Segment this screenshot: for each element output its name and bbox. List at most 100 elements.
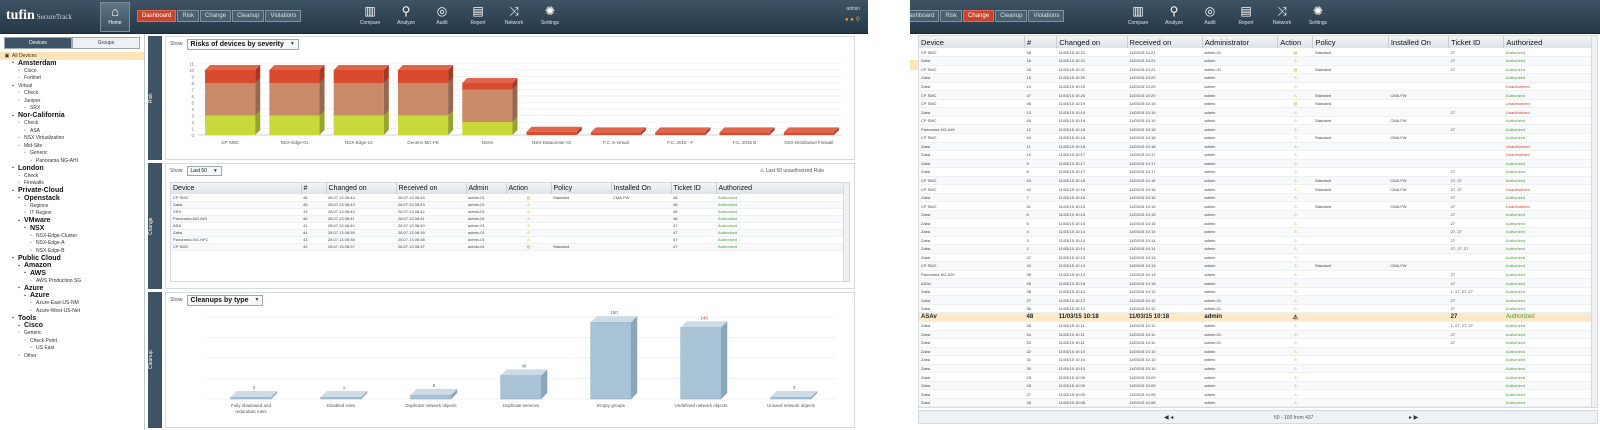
table-row[interactable]: Zaba 34 11/03/15 10:11 11/03/15 10:11 admin-… bbox=[919, 330, 1597, 340]
analyze-button[interactable]: ⚲ Analyze bbox=[388, 2, 424, 32]
bar-segment[interactable] bbox=[783, 132, 834, 135]
strip-risk[interactable]: Risk bbox=[148, 36, 162, 160]
bar-segment[interactable] bbox=[462, 89, 513, 123]
bar-segment[interactable] bbox=[205, 70, 256, 83]
network-button[interactable]: ⤨ Network bbox=[1264, 2, 1300, 32]
table-row[interactable]: Zaba 47 11/03/15 10:13 11/03/15 10:13 admin ⚠… bbox=[919, 253, 1597, 263]
table-row[interactable]: Zaba 16 11/03/15 10:21 11/03/15 10:21 admin ⚠… bbox=[919, 56, 1597, 66]
tab-risk[interactable]: Risk bbox=[177, 10, 200, 22]
tree-item[interactable]: ▫ Check bbox=[0, 172, 144, 180]
tree-item[interactable]: ▫ NSX Virtualization bbox=[0, 135, 144, 143]
table-row[interactable]: Zaba 37 11/03/15 10:12 11/03/15 10:12 admin-… bbox=[919, 295, 1597, 305]
change-table-scrollbar[interactable] bbox=[843, 183, 849, 281]
bar[interactable] bbox=[680, 327, 722, 400]
table-row[interactable]: CP SMC 47 11/03/15 10:20 11/03/15 10:20 admi… bbox=[919, 90, 1597, 100]
tree-item[interactable]: ▪ Openstack bbox=[0, 195, 144, 203]
table-row[interactable]: CP SMC 45 11/03/15 10:19 11/03/15 10:19 admi… bbox=[919, 116, 1597, 126]
audit-button[interactable]: ◎ Audit bbox=[424, 2, 460, 32]
table-row[interactable]: SRX 13 28.07.13 08:42 28.07.13 08:42 admin-0… bbox=[171, 208, 849, 216]
column-header-authorized[interactable]: Authorized bbox=[716, 183, 849, 194]
table-row[interactable]: Zaba 15 11/03/15 10:20 11/03/15 10:20 admin ⚠… bbox=[919, 73, 1597, 83]
tree-item[interactable]: ▫ Panorama NG-AHI bbox=[0, 157, 144, 165]
settings-button[interactable]: ✺ Settings bbox=[532, 2, 568, 32]
tab-violations[interactable]: Violations bbox=[265, 10, 302, 22]
table-row[interactable]: Zaba 36 11/03/15 10:12 11/03/15 10:12 admin-… bbox=[919, 304, 1597, 314]
tab-cleanup[interactable]: Cleanup bbox=[995, 10, 1028, 22]
table-row[interactable]: Zaba 35 11/03/15 10:11 11/03/15 10:11 admin ⚠… bbox=[919, 321, 1597, 331]
bar-segment[interactable] bbox=[462, 83, 513, 90]
table-row[interactable]: CP SMC 40 11/03/15 10:13 11/03/15 10:13 admi… bbox=[919, 261, 1597, 271]
table-row[interactable]: Zaba 3 11/03/15 10:14 11/03/15 10:14 admin ⚠ 2… bbox=[919, 236, 1597, 246]
table-row[interactable]: Zaba 32 11/03/15 10:10 11/03/15 10:10 admin ⚠… bbox=[919, 347, 1597, 357]
settings-button[interactable]: ✺ Settings bbox=[1300, 2, 1336, 32]
table-row[interactable]: Zaba 8 11/03/15 10:17 11/03/15 10:17 admin ⚠ 2… bbox=[919, 167, 1597, 177]
tree-item[interactable]: ▫ Other bbox=[0, 352, 144, 360]
tree-item[interactable]: ▫ IT Region bbox=[0, 210, 144, 218]
tree-item[interactable]: ▪ Nor-California bbox=[0, 112, 144, 120]
table-row[interactable]: CP SMC 46 11/03/15 10:19 11/03/15 10:19 admi… bbox=[919, 99, 1597, 109]
column-header-installed-on[interactable]: Installed On bbox=[1388, 36, 1450, 48]
tab-dashboard[interactable]: Dashboard bbox=[910, 10, 940, 22]
bar-segment[interactable] bbox=[333, 83, 384, 116]
cleanup-view-select[interactable]: Cleanups by type ▼ bbox=[186, 294, 264, 306]
table-row[interactable]: CP SMC 43 11/03/15 10:16 11/03/15 10:16 admi… bbox=[919, 176, 1597, 186]
bar-segment[interactable] bbox=[655, 132, 706, 135]
sidebar-tab-devices[interactable]: Devices bbox=[4, 37, 72, 49]
bar[interactable] bbox=[500, 375, 542, 400]
bar[interactable] bbox=[230, 396, 272, 400]
strip-change[interactable]: Change bbox=[148, 163, 162, 289]
table-row[interactable]: Zaba 13 11/03/15 10:19 11/03/15 10:19 admin ⚠… bbox=[919, 107, 1597, 117]
table-row[interactable]: CP SMC 44 11/03/15 10:18 11/03/15 10:18 admi… bbox=[919, 133, 1597, 143]
tree-item[interactable]: ▫ US East bbox=[0, 345, 144, 353]
table-row[interactable]: Zaba 10 11/03/15 10:17 11/03/15 10:17 admin ⚠… bbox=[919, 150, 1597, 160]
column-header-action[interactable]: Action bbox=[506, 183, 552, 194]
tree-item[interactable]: ▫ Azure-West-US-Net bbox=[0, 307, 144, 315]
tree-item[interactable]: ▪ London bbox=[0, 165, 144, 173]
table-row[interactable]: ASA 41 28.07.13 08:40 28.07.13 08:40 admin-0… bbox=[171, 222, 849, 230]
bar-segment[interactable] bbox=[462, 122, 513, 135]
tree-item[interactable]: ▪ Azure bbox=[0, 292, 144, 300]
tree-item[interactable]: ▪ Azure bbox=[0, 285, 144, 293]
pager-next-button[interactable]: ▸ ▶ bbox=[1409, 414, 1418, 421]
table-row[interactable]: CP SMC 48 28.07.13 08:44 28.07.13 08:44 admi… bbox=[171, 194, 849, 202]
tree-item[interactable]: ▫ Generic bbox=[0, 330, 144, 338]
table-row[interactable]: Zaba 33 11/03/15 10:11 11/03/15 10:11 admin-… bbox=[919, 338, 1597, 348]
tree-item[interactable]: ▪ Virtual bbox=[0, 82, 144, 90]
tab-violations[interactable]: Violations bbox=[1028, 10, 1065, 22]
bar[interactable] bbox=[320, 396, 362, 400]
table-row[interactable]: Zaba 11 11/03/15 10:18 11/03/15 10:18 admin ⚠… bbox=[919, 142, 1597, 152]
audit-button[interactable]: ◎ Audit bbox=[1192, 2, 1228, 32]
table-row[interactable]: Zaba 5 11/03/15 10:15 11/03/15 10:15 admin ⚠ 2… bbox=[919, 218, 1597, 228]
bar-segment[interactable] bbox=[397, 70, 449, 83]
tree-item[interactable]: ▪ Amazon bbox=[0, 262, 144, 270]
table-row[interactable]: Zaba 30 11/03/15 10:10 11/03/15 10:10 admin ⚠… bbox=[919, 364, 1597, 374]
column-header-number[interactable]: # bbox=[1024, 36, 1058, 48]
table-row[interactable]: Zaba 14 11/03/15 10:20 11/03/15 10:20 admin ⚠… bbox=[919, 82, 1597, 92]
column-header-policy[interactable]: Policy bbox=[551, 183, 612, 194]
bar-segment[interactable] bbox=[397, 83, 449, 116]
bar-segment[interactable] bbox=[333, 115, 384, 136]
column-header-policy[interactable]: Policy bbox=[1312, 36, 1389, 48]
tree-item[interactable]: ▪ Tools bbox=[0, 315, 144, 323]
network-button[interactable]: ⤨ Network bbox=[496, 2, 532, 32]
bar-segment[interactable] bbox=[719, 132, 770, 135]
unauthorized-link[interactable]: ⚠ Last 50 unauthorized Rule bbox=[760, 168, 824, 174]
tree-item[interactable]: ▪ AWS bbox=[0, 270, 144, 278]
tree-item[interactable]: ▪ VMware bbox=[0, 217, 144, 225]
column-header-device[interactable]: Device bbox=[919, 36, 1026, 48]
column-header-admin[interactable]: Admin bbox=[466, 183, 507, 194]
pager-prev-button[interactable]: ◀ ◂ bbox=[1164, 414, 1173, 421]
table-row[interactable]: ASAv 48 11/03/15 10:18 11/03/15 10:18 admin ⚠… bbox=[919, 312, 1597, 322]
sidebar-tab-groups[interactable]: Groups bbox=[72, 37, 140, 49]
column-header-administrator[interactable]: Administrator bbox=[1202, 36, 1279, 48]
tab-cleanup[interactable]: Cleanup bbox=[232, 10, 265, 22]
column-header-action[interactable]: Action bbox=[1277, 36, 1314, 48]
column-header-changed-on[interactable]: Changed on bbox=[1056, 36, 1128, 48]
compare-button[interactable]: ▥ Compare bbox=[352, 2, 388, 32]
column-header-ticket-id[interactable]: Ticket ID bbox=[671, 183, 717, 194]
table-row[interactable]: Zaba 28 11/03/15 10:09 11/03/15 10:09 admin ⚠… bbox=[919, 381, 1597, 391]
table-row[interactable]: CP SMC 42 11/03/15 10:16 11/03/15 10:16 admi… bbox=[919, 184, 1597, 194]
tree-item[interactable]: ▪ Amsterdam bbox=[0, 60, 144, 68]
table-row[interactable]: Zaba 29 11/03/15 10:09 11/03/15 10:09 admin ⚠… bbox=[919, 372, 1597, 382]
bar[interactable] bbox=[590, 321, 632, 400]
